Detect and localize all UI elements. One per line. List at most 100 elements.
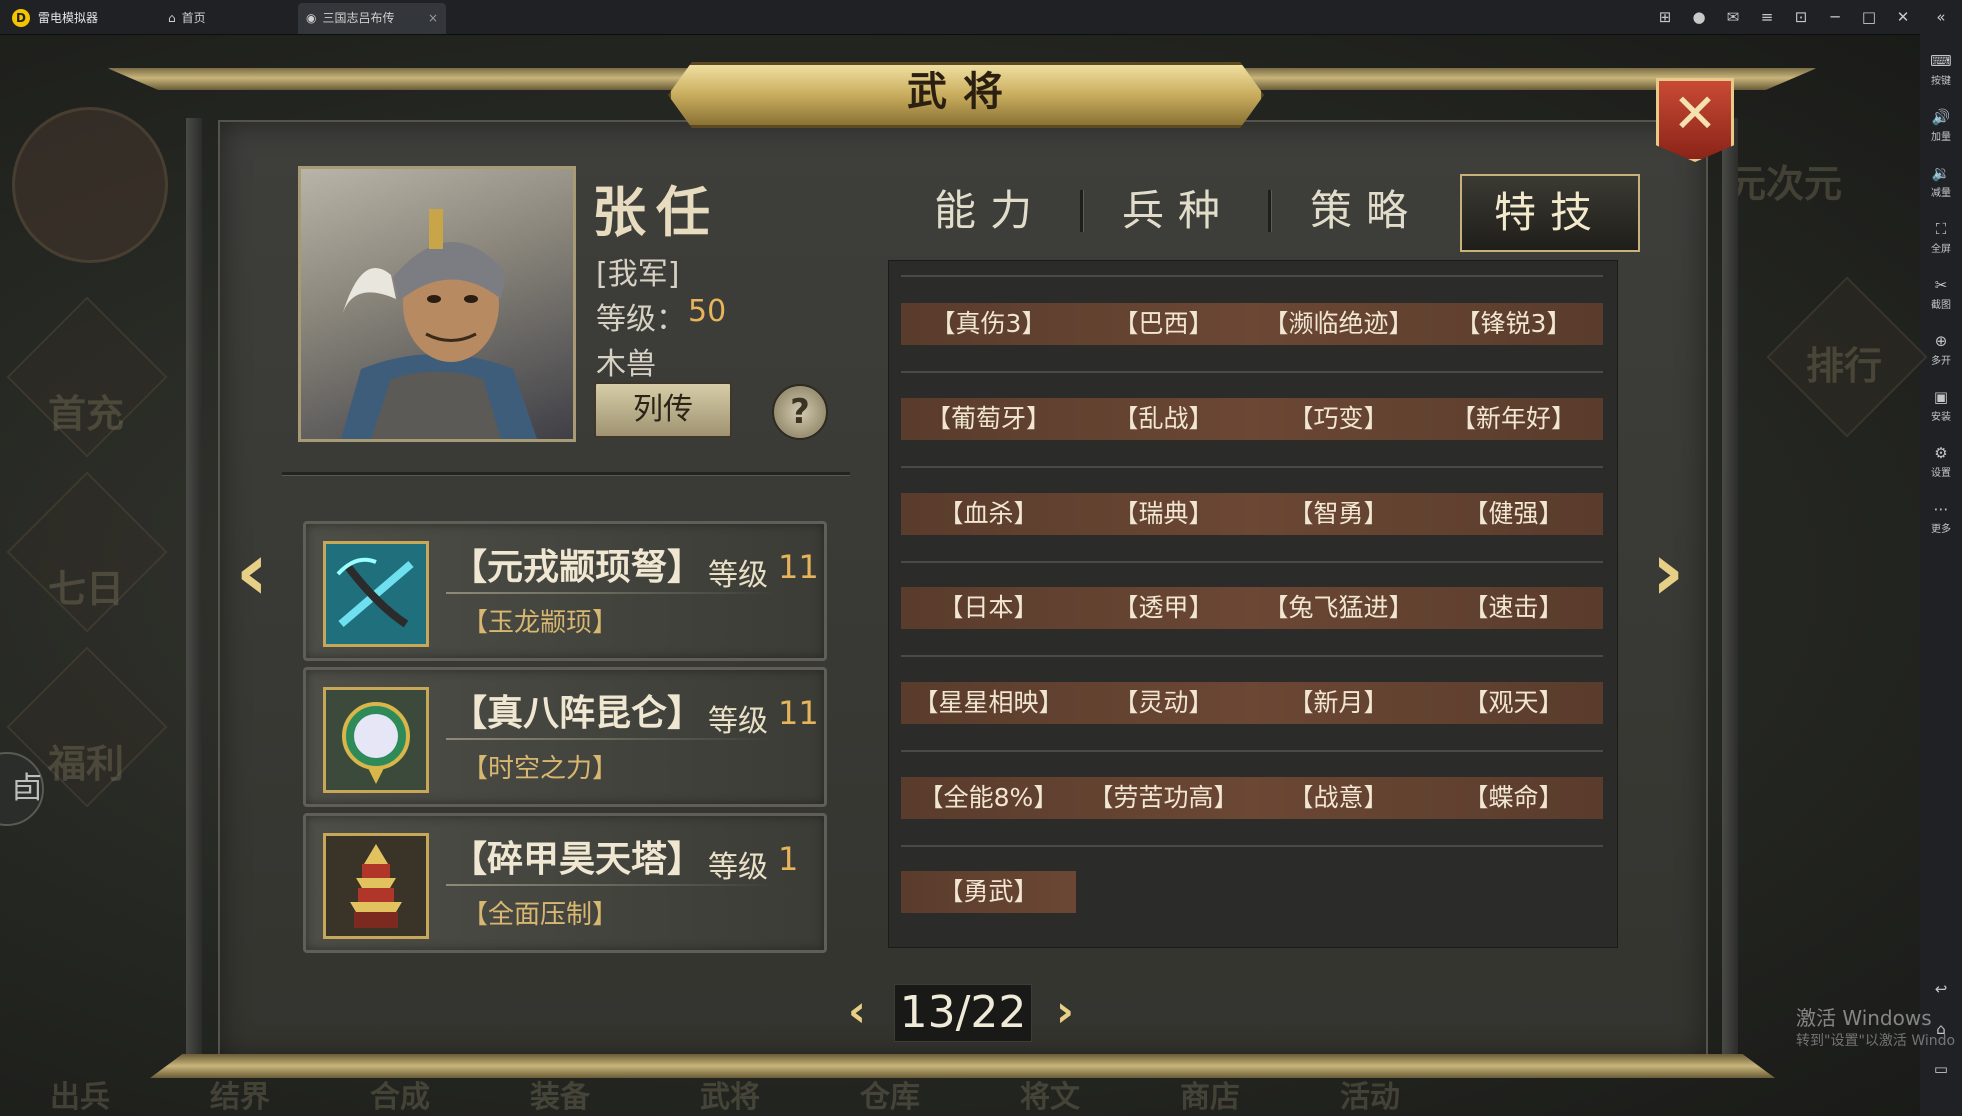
ldplayer-logo-icon: D: [12, 9, 30, 27]
bg-menu-ranking[interactable]: 排行: [1806, 335, 1882, 390]
sidebar-recent-button[interactable]: ▭: [1920, 1060, 1962, 1078]
sidebar-item-volume-up[interactable]: 🔊 加量: [1920, 108, 1962, 143]
equipment-name: 【碎甲昊天塔】: [451, 839, 704, 880]
page-prev-button[interactable]: ‹: [840, 986, 874, 1038]
close-window-icon[interactable]: ✕: [1892, 6, 1914, 28]
bottom-menu-item[interactable]: 仓库: [860, 1072, 920, 1116]
equipment-level-value: 11: [778, 694, 819, 732]
bg-menu-first-charge[interactable]: 首充: [48, 383, 124, 438]
frame-bottom-bar: [150, 1054, 1775, 1078]
bg-menu-welfare[interactable]: 福利: [48, 733, 124, 788]
skill-item[interactable]: 【兔飞猛进】: [1251, 587, 1426, 629]
row-divider: [901, 561, 1603, 563]
equipment-slot-treasure[interactable]: 【真八阵昆仑】 等级 11 【时空之力】: [303, 667, 827, 807]
sidebar-item-volume-down[interactable]: 🔉 减量: [1920, 164, 1962, 199]
prev-hero-arrow[interactable]: ‹: [226, 532, 278, 612]
equipment-level-label: 等级: [708, 704, 768, 739]
minimize-icon[interactable]: ─: [1824, 6, 1846, 28]
tab-home[interactable]: ⌂ 首页: [160, 3, 290, 34]
bottom-menu-item[interactable]: 活动: [1340, 1072, 1400, 1116]
row-divider: [901, 655, 1603, 657]
menu-icon[interactable]: ≡: [1756, 6, 1778, 28]
equipment-slot-armor[interactable]: 【碎甲昊天塔】 等级 1 【全面压制】: [303, 813, 827, 953]
skill-item[interactable]: 【透甲】: [1076, 587, 1251, 629]
hero-level-value: 50: [688, 294, 727, 329]
maximize-icon[interactable]: □: [1858, 6, 1880, 28]
skill-item[interactable]: 【濒临绝迹】: [1251, 303, 1426, 345]
equipment-skill: 【玉龙颛顼】: [462, 608, 619, 638]
sidebar-item-screenshot[interactable]: ✂ 截图: [1920, 276, 1962, 311]
hero-divider: [282, 472, 850, 476]
collapse-sidebar-icon[interactable]: «: [1930, 6, 1952, 28]
skill-item[interactable]: 【血杀】: [901, 493, 1076, 535]
hero-name: 张任: [592, 180, 720, 244]
next-hero-arrow[interactable]: ›: [1642, 532, 1694, 612]
sidebar-item-keymap[interactable]: ⌨ 按键: [1920, 52, 1962, 87]
skill-item[interactable]: 【瑞典】: [1076, 493, 1251, 535]
skill-item[interactable]: 【乱战】: [1076, 398, 1251, 440]
bottom-menu-item[interactable]: 结界: [210, 1072, 270, 1116]
hero-faction: [我军]: [596, 257, 680, 292]
bg-menu-dimension[interactable]: 元次元: [1728, 153, 1842, 208]
player-avatar[interactable]: [12, 107, 168, 263]
skill-item[interactable]: 【真伤3】: [901, 303, 1076, 345]
skill-item[interactable]: 【灵动】: [1076, 682, 1251, 724]
equipment-divider: [446, 884, 776, 886]
skill-item[interactable]: 【智勇】: [1251, 493, 1426, 535]
warrior-portrait-icon: [341, 209, 537, 439]
bottom-menu-item[interactable]: 将文: [1020, 1072, 1080, 1116]
bottom-menu-item[interactable]: 商店: [1180, 1072, 1240, 1116]
sidebar-item-fullscreen[interactable]: ⛶ 全屏: [1920, 220, 1962, 255]
sidebar-item-install[interactable]: ▣ 安装: [1920, 388, 1962, 423]
bottom-menu-item[interactable]: 武将: [700, 1072, 760, 1116]
user-avatar-icon[interactable]: ●: [1688, 6, 1710, 28]
skill-item[interactable]: 【健强】: [1426, 493, 1601, 535]
skill-item[interactable]: 【星星相映】: [901, 682, 1076, 724]
bottom-menu-item[interactable]: 装备: [530, 1072, 590, 1116]
volume-down-icon: 🔉: [1931, 164, 1951, 182]
tab-troops[interactable]: 兵种: [1090, 174, 1266, 248]
skill-item[interactable]: 【观天】: [1426, 682, 1601, 724]
page-next-button[interactable]: ›: [1048, 986, 1082, 1038]
bottom-menu-item[interactable]: 合成: [370, 1072, 430, 1116]
bg-menu-seven-day[interactable]: 七日: [48, 558, 124, 613]
sidebar-back-button[interactable]: ↩: [1920, 980, 1962, 998]
skill-item[interactable]: 【劳苦功高】: [1076, 777, 1251, 819]
skill-item[interactable]: 【蝶命】: [1426, 777, 1601, 819]
skill-item[interactable]: 【战意】: [1251, 777, 1426, 819]
biography-button[interactable]: 列传: [594, 382, 732, 438]
windows-activation-hint: 转到"设置"以激活 Windo: [1796, 1033, 1956, 1049]
equipment-level-value: 11: [778, 548, 819, 586]
skill-item[interactable]: 【葡萄牙】: [901, 398, 1076, 440]
hero-portrait: [298, 166, 576, 442]
sidebar-item-multi-open[interactable]: ⊕ 多开: [1920, 332, 1962, 367]
skill-item[interactable]: 【锋锐3】: [1426, 303, 1601, 345]
equipment-slot-weapon[interactable]: 【元戎颛顼弩】 等级 11 【玉龙颛顼】: [303, 521, 827, 661]
bottom-menu-item[interactable]: 出兵: [50, 1072, 110, 1116]
mail-icon[interactable]: ✉: [1722, 6, 1744, 28]
frame-pillar-right: [1722, 118, 1738, 1063]
equipment-skill: 【全面压制】: [462, 900, 619, 930]
tab-strategy[interactable]: 策略: [1278, 174, 1454, 248]
tab-close-icon[interactable]: ×: [428, 3, 438, 34]
skill-item[interactable]: 【巴西】: [1076, 303, 1251, 345]
skill-item[interactable]: 【勇武】: [901, 871, 1076, 913]
skill-item[interactable]: 【新年好】: [1426, 398, 1601, 440]
skill-item[interactable]: 【新月】: [1251, 682, 1426, 724]
tab-ability[interactable]: 能力: [902, 174, 1078, 248]
gamepad-icon[interactable]: ⊞: [1654, 6, 1676, 28]
close-button[interactable]: ✕: [1656, 78, 1734, 162]
hero-level-label: 等级：: [596, 302, 686, 337]
skill-item[interactable]: 【日本】: [901, 587, 1076, 629]
sidebar-item-settings[interactable]: ⚙ 设置: [1920, 444, 1962, 479]
sidebar-item-more[interactable]: ⋯ 更多: [1920, 500, 1962, 535]
pin-window-icon[interactable]: ⊡: [1790, 6, 1812, 28]
back-icon: ↩: [1934, 980, 1948, 998]
skill-item[interactable]: 【巧变】: [1251, 398, 1426, 440]
skill-item[interactable]: 【速击】: [1426, 587, 1601, 629]
tab-special-skills[interactable]: 特技: [1460, 174, 1640, 252]
tab-game[interactable]: ◉ 三国志吕布传 ×: [298, 3, 446, 34]
frame-pillar-left: [186, 118, 202, 1063]
skill-item[interactable]: 【全能8%】: [901, 777, 1076, 819]
help-button[interactable]: ?: [772, 384, 828, 440]
